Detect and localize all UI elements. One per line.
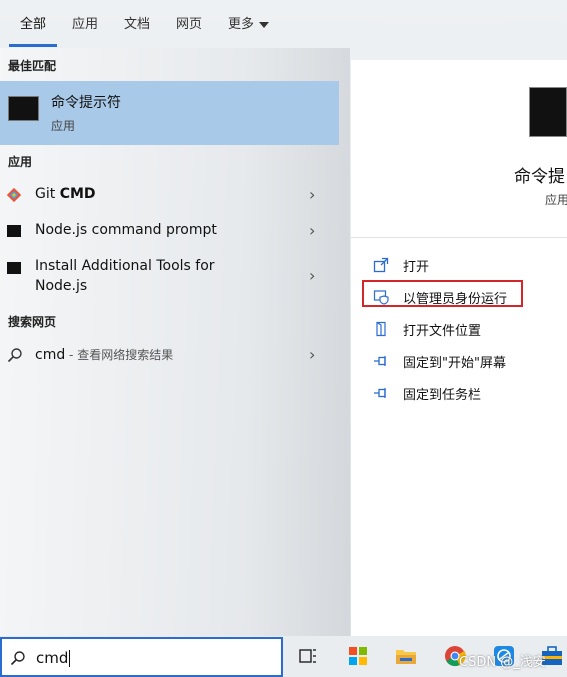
task-view-icon[interactable] — [297, 645, 319, 667]
tab-more[interactable]: 更多 — [228, 13, 270, 32]
action-pin-to-taskbar[interactable]: 固定到任务栏 — [373, 382, 533, 406]
git-icon — [7, 188, 21, 202]
app-item-label: Git — [35, 186, 60, 202]
detail-app-type: 应用 — [545, 193, 567, 207]
chevron-right-icon[interactable]: › — [309, 345, 315, 364]
web-search-result[interactable]: cmd - 查看网络搜索结果 › — [0, 339, 340, 371]
section-best-match: 最佳匹配 — [8, 59, 57, 73]
tab-web[interactable]: 网页 — [176, 13, 202, 32]
best-match-title: 命令提示符 — [51, 95, 121, 111]
watermark: CSDN @_浅安 — [459, 655, 546, 670]
chevron-down-icon — [259, 21, 270, 28]
app-item-node-command-prompt[interactable]: Node.js command prompt › — [0, 214, 340, 248]
chevron-right-icon[interactable]: › — [309, 221, 315, 240]
detail-divider — [351, 237, 567, 238]
file-explorer-icon[interactable] — [395, 645, 417, 667]
app-item-git-cmd[interactable]: Git CMD › — [0, 178, 340, 212]
active-tab-indicator — [9, 44, 57, 47]
search-tabs: 全部 应用 文档 网页 更多 — [0, 0, 567, 48]
action-label: 固定到任务栏 — [403, 388, 482, 403]
terminal-icon — [7, 262, 21, 274]
best-match-subtitle: 应用 — [51, 119, 76, 133]
search-query: cmd — [36, 649, 69, 667]
app-item-label-line2: Node.js — [35, 278, 88, 294]
action-label: 打开文件位置 — [403, 324, 482, 339]
tab-more-label: 更多 — [228, 17, 255, 32]
action-label: 打开 — [403, 260, 430, 275]
section-apps: 应用 — [8, 155, 33, 169]
highlight-box — [362, 280, 523, 307]
search-icon — [10, 651, 25, 666]
chevron-right-icon[interactable]: › — [309, 185, 315, 204]
action-open[interactable]: 打开 — [373, 254, 523, 278]
terminal-icon — [7, 225, 21, 237]
chevron-right-icon[interactable]: › — [309, 266, 315, 285]
tab-documents[interactable]: 文档 — [124, 13, 150, 32]
store-icon[interactable] — [347, 645, 369, 667]
detail-pane — [351, 60, 567, 636]
app-item-label-line1: Install Additional Tools for — [35, 258, 215, 274]
action-pin-to-start[interactable]: 固定到"开始"屏幕 — [373, 350, 533, 374]
action-label: 固定到"开始"屏幕 — [403, 356, 506, 371]
web-query: cmd — [35, 347, 66, 363]
app-item-label: Node.js command prompt — [35, 222, 217, 238]
folder-location-icon — [376, 321, 386, 337]
web-result-suffix: - 查看网络搜索结果 — [65, 348, 174, 362]
search-input[interactable]: cmd — [0, 637, 283, 677]
text-cursor — [69, 650, 71, 667]
open-icon — [373, 257, 389, 273]
pin-icon — [374, 388, 386, 398]
search-icon — [7, 348, 22, 363]
section-search-web: 搜索网页 — [8, 315, 57, 329]
best-match-item[interactable] — [0, 81, 339, 145]
detail-app-name: 命令提 — [514, 167, 565, 187]
tab-all[interactable]: 全部 — [20, 13, 46, 32]
action-open-file-location[interactable]: 打开文件位置 — [373, 318, 523, 342]
command-prompt-large-icon — [529, 87, 567, 137]
app-item-install-additional-tools[interactable]: Install Additional Tools for Node.js › — [0, 252, 340, 298]
tab-apps[interactable]: 应用 — [72, 13, 98, 32]
pin-icon — [374, 356, 386, 366]
command-prompt-icon — [8, 96, 39, 121]
app-item-label-bold: CMD — [59, 186, 96, 202]
